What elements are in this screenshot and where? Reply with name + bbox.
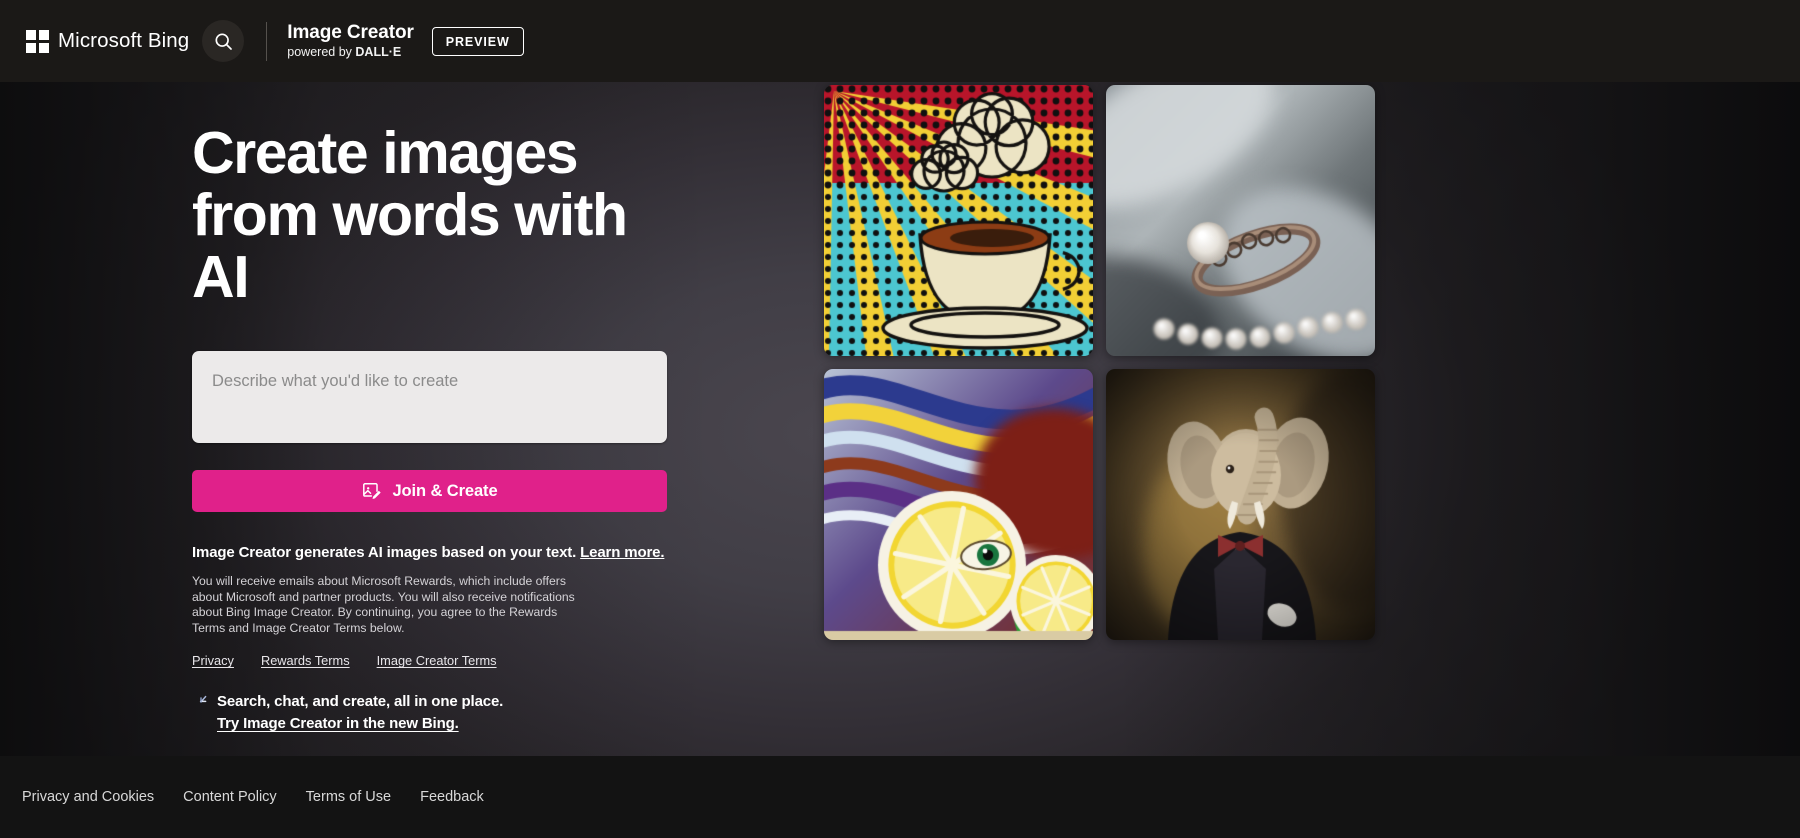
footer-terms-of-use-link[interactable]: Terms of Use (306, 789, 391, 805)
hero-left-column: Create images from words with AI Join & … (192, 122, 692, 732)
site-header: Microsoft Bing Image Creator powered by … (0, 0, 1800, 82)
new-bing-promo: Search, chat, and create, all in one pla… (192, 693, 692, 732)
image-edit-icon (363, 482, 382, 499)
promo-headline: Search, chat, and create, all in one pla… (217, 693, 504, 711)
legal-body-text: You will receive emails about Microsoft … (192, 574, 575, 635)
gallery-tile-elephant[interactable] (1106, 369, 1375, 640)
learn-more-link[interactable]: Learn more. (580, 544, 664, 561)
rewards-terms-link[interactable]: Rewards Terms (261, 653, 350, 668)
join-and-create-label: Join & Create (392, 481, 498, 500)
page-title: Create images from words with AI (192, 120, 628, 310)
footer-feedback-link[interactable]: Feedback (420, 789, 484, 805)
product-title: Image Creator (287, 21, 414, 43)
pearl-ring-macro-image (1106, 85, 1375, 356)
image-creator-landing-page: Microsoft Bing Image Creator powered by … (0, 0, 1800, 838)
product-subtitle: powered by DALL·E (287, 45, 413, 61)
dalle-brand-text: DALL·E (355, 44, 402, 59)
gallery-tile-lemon[interactable] (824, 369, 1093, 640)
try-new-bing-link[interactable]: Try Image Creator in the new Bing. (217, 715, 503, 732)
brand-wordmark: Microsoft Bing (58, 29, 190, 52)
privacy-link[interactable]: Privacy (192, 653, 234, 668)
legal-links-row: Privacy Rewards Terms Image Creator Term… (192, 653, 692, 668)
gallery-tile-coffee[interactable] (824, 85, 1093, 356)
image-creator-terms-link[interactable]: Image Creator Terms (377, 653, 497, 668)
elephant-in-suit-portrait-image (1106, 369, 1375, 640)
gallery-tile-ring[interactable] (1106, 85, 1375, 356)
powered-by-text: powered by (287, 44, 356, 59)
search-icon (215, 32, 232, 50)
bing-sparkle-icon (199, 696, 207, 704)
footer-privacy-and-cookies-link[interactable]: Privacy and Cookies (22, 789, 154, 805)
site-footer: Privacy and Cookies Content Policy Terms… (0, 756, 1800, 838)
microsoft-squares-icon (26, 29, 49, 53)
prompt-input[interactable] (192, 351, 667, 443)
microsoft-bing-logo[interactable]: Microsoft Bing (26, 29, 189, 53)
surreal-lemon-painting-image (824, 369, 1093, 640)
join-and-create-button[interactable]: Join & Create (192, 470, 667, 512)
search-button[interactable] (202, 20, 245, 62)
product-brand-block: Image Creator powered by DALL·E (287, 21, 414, 61)
preview-badge[interactable]: PREVIEW (431, 26, 524, 56)
footer-content-policy-link[interactable]: Content Policy (183, 789, 277, 805)
promo-text-block: Search, chat, and create, all in one pla… (217, 693, 503, 732)
legal-headline: Image Creator generates AI images based … (192, 544, 692, 561)
header-divider (266, 21, 268, 61)
hero-stage: Create images from words with AI Join & … (0, 82, 1800, 756)
legal-headline-text: Image Creator generates AI images based … (192, 544, 577, 561)
sample-image-grid (824, 85, 1375, 641)
pop-art-coffee-cup-image (824, 85, 1093, 356)
